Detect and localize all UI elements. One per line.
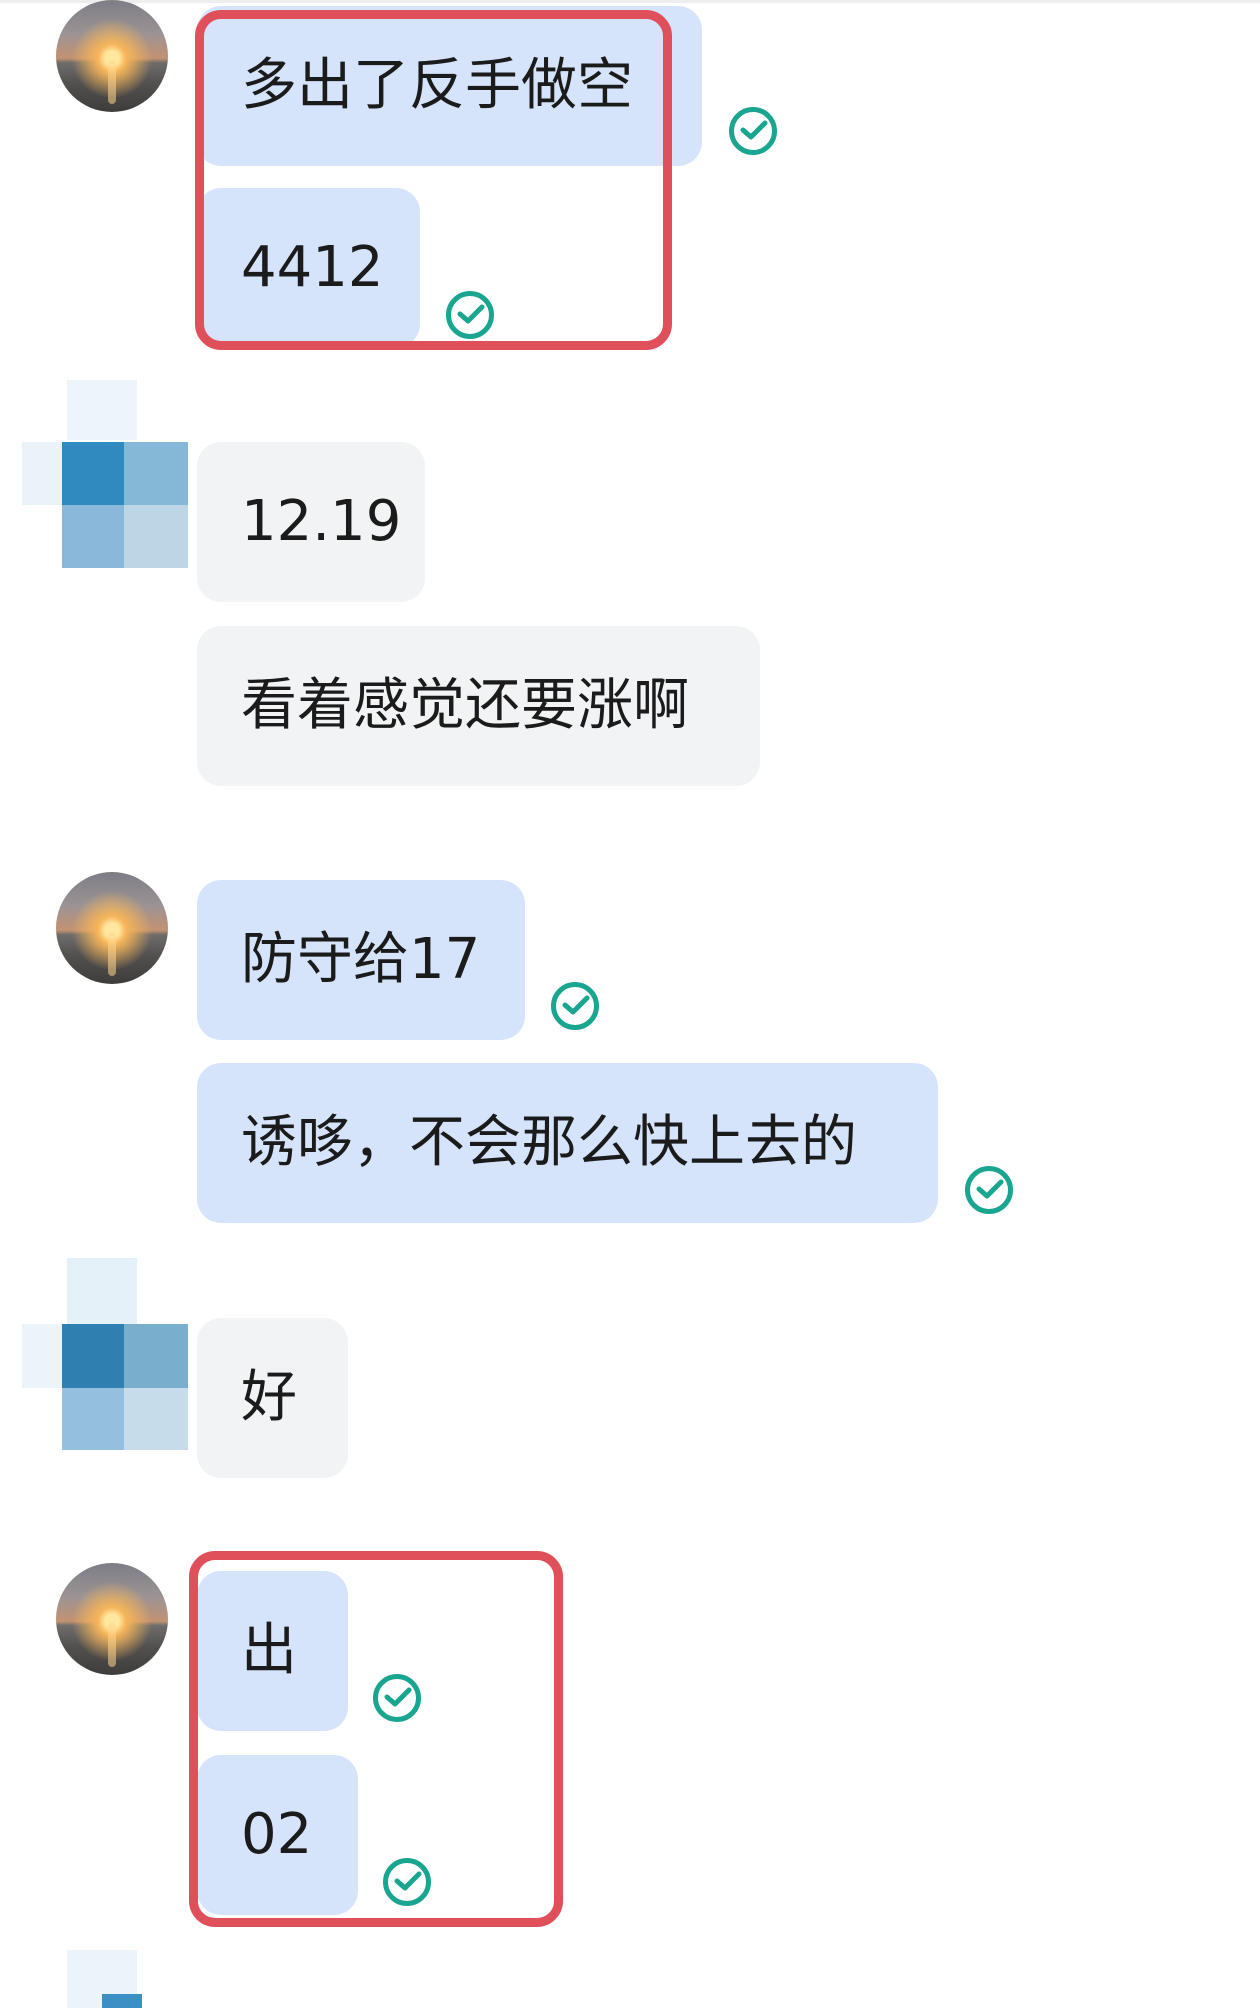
message-bubble-incoming[interactable]: 好 <box>197 1318 348 1478</box>
sunset-avatar-icon[interactable] <box>56 1563 168 1675</box>
top-divider <box>0 0 1260 3</box>
message-bubble-outgoing[interactable]: 防守给17 <box>197 880 525 1040</box>
message-bubble-incoming[interactable]: 看着感觉还要涨啊 <box>197 626 760 786</box>
read-check-icon <box>729 107 777 155</box>
read-check-icon <box>551 982 599 1030</box>
pixelated-avatar-icon[interactable] <box>22 1950 192 2008</box>
pixelated-avatar-icon[interactable] <box>22 380 192 568</box>
read-check-icon <box>965 1166 1013 1214</box>
message-bubble-incoming[interactable]: 12.19 <box>197 442 425 602</box>
message-bubble-outgoing[interactable]: 诱哆，不会那么快上去的 <box>197 1063 938 1223</box>
highlight-box <box>195 10 672 350</box>
highlight-box <box>189 1551 563 1927</box>
sunset-avatar-icon[interactable] <box>56 872 168 984</box>
sunset-avatar-icon[interactable] <box>56 0 168 112</box>
pixelated-avatar-icon[interactable] <box>22 1258 192 1450</box>
